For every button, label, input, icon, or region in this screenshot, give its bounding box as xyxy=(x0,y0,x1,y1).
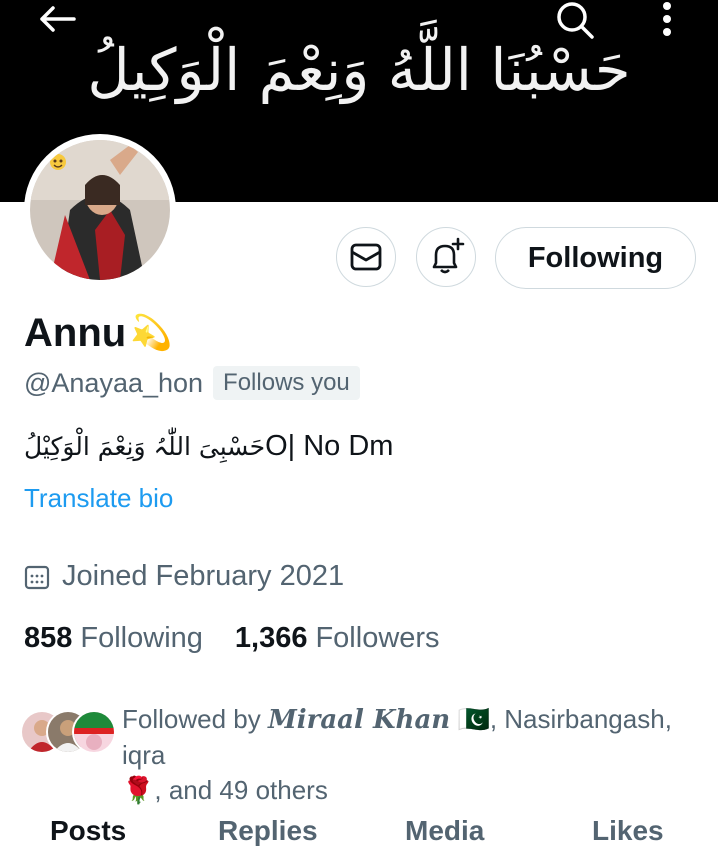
followers-stat[interactable]: 1,366 Followers xyxy=(235,622,440,655)
joined-date: Joined February 2021 xyxy=(24,560,344,593)
following-count: 858 xyxy=(24,622,73,654)
search-icon xyxy=(557,2,594,39)
followers-label: Followers xyxy=(315,622,440,654)
back-button[interactable] xyxy=(36,2,80,36)
pakistan-flag-emoji: 🇵🇰 xyxy=(457,704,490,734)
notifications-button[interactable] xyxy=(416,227,476,287)
profile-name: Annu 💫 xyxy=(24,308,173,358)
follow-stats: 858 Following 1,366 Followers xyxy=(24,622,440,655)
followed-by-name-1: Miraal Khan xyxy=(267,705,451,735)
bio-text: O| No Dm xyxy=(265,430,394,462)
bell-plus-icon xyxy=(432,237,465,274)
following-stat[interactable]: 858 Following xyxy=(24,622,203,655)
tab-posts[interactable]: Posts xyxy=(50,815,126,847)
more-options-button[interactable] xyxy=(652,0,682,40)
followed-by-prefix: Followed by xyxy=(122,704,268,734)
arrow-left-icon xyxy=(40,6,76,32)
profile-avatar[interactable] xyxy=(24,134,176,286)
message-button[interactable] xyxy=(336,227,396,287)
profile-tabs: Posts Replies Media Likes xyxy=(0,815,718,847)
avatar-image xyxy=(30,140,170,280)
following-button[interactable]: Following xyxy=(495,227,696,289)
followed-by-rest-2: , and 49 others xyxy=(154,775,328,805)
translate-bio-link[interactable]: Translate bio xyxy=(24,483,173,514)
mail-icon xyxy=(350,243,382,271)
bio-arabic: حَسْبِیَ اللّٰہُ وَنِعْمَ الْوَكِيْلُ xyxy=(24,432,266,461)
more-vertical-icon xyxy=(663,2,671,36)
search-button[interactable] xyxy=(552,0,598,40)
rose-emoji: 🌹 xyxy=(122,775,155,805)
profile-bio: حَسْبِیَ اللّٰہُ وَنِعْمَ الْوَكِيْلُO| … xyxy=(24,426,393,467)
joined-text: Joined February 2021 xyxy=(62,560,345,592)
tab-media[interactable]: Media xyxy=(405,815,484,847)
followed-by-text: Followed by Miraal Khan 🇵🇰, Nasirbangash… xyxy=(122,702,702,808)
display-name: Annu xyxy=(24,311,127,355)
tab-replies[interactable]: Replies xyxy=(218,815,318,847)
follower-avatar-3 xyxy=(72,710,116,754)
followers-count: 1,366 xyxy=(234,622,308,654)
sparkle-emoji: 💫 xyxy=(130,314,173,352)
following-label: Following xyxy=(80,622,203,654)
profile-handle: @Anayaa_hon xyxy=(24,367,204,398)
calendar-icon xyxy=(24,565,50,589)
tab-likes[interactable]: Likes xyxy=(592,815,664,847)
banner-arabic-text: حَسْبُنَا اللَّهُ وَنِعْمَ الْوَكِيلُ xyxy=(87,36,631,104)
follows-you-badge: Follows you xyxy=(213,366,360,400)
handle-row: @Anayaa_hon Follows you xyxy=(24,366,360,400)
